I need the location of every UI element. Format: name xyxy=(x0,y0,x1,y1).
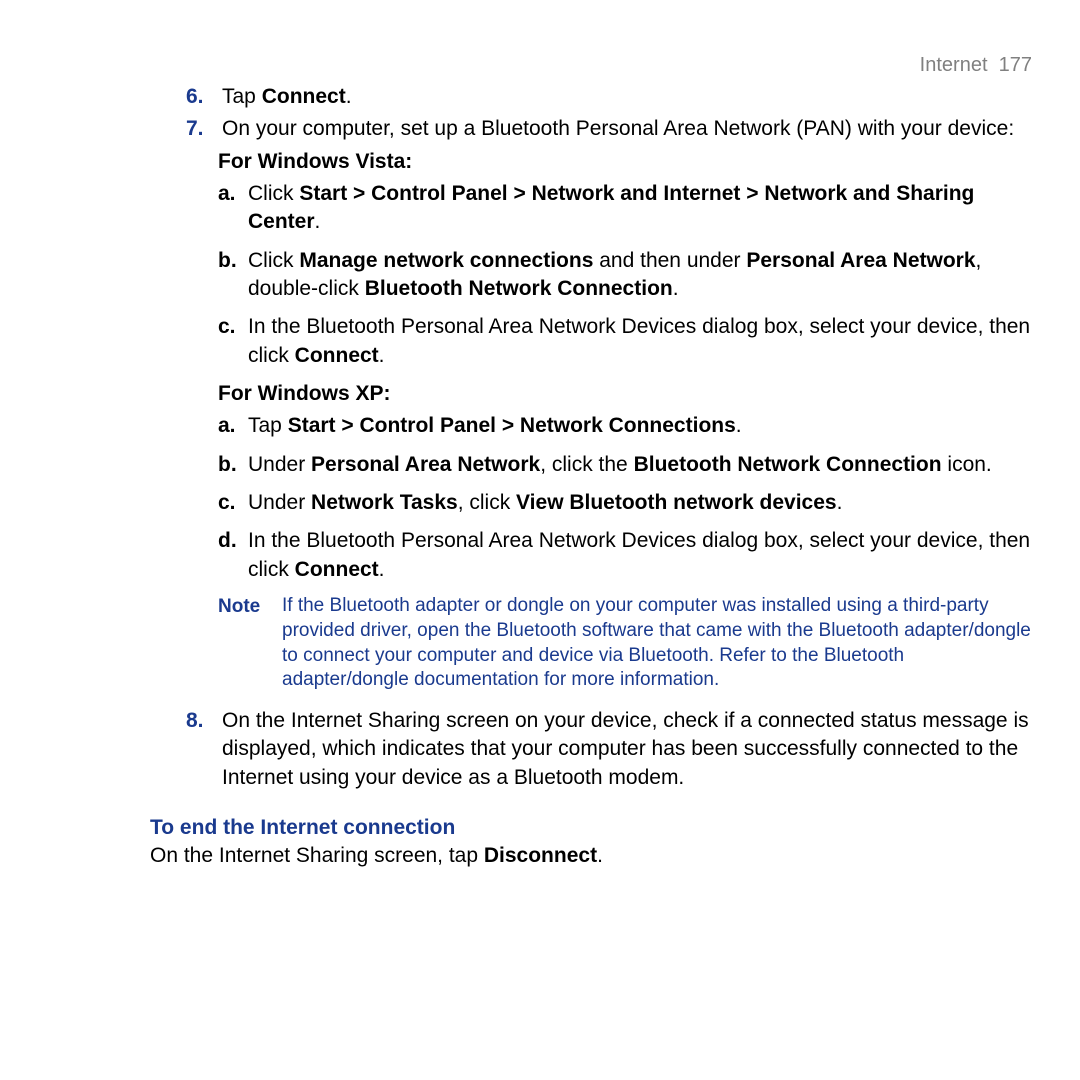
vista-steps: a. Click Start > Control Panel > Network… xyxy=(46,180,1034,370)
substep-marker: b. xyxy=(218,451,248,479)
step-marker: 7. xyxy=(186,115,222,143)
document-page: Internet 177 6. Tap Connect. 7. On your … xyxy=(0,0,1080,911)
note-block: Note If the Bluetooth adapter or dongle … xyxy=(46,594,1034,693)
step-8: 8. On the Internet Sharing screen on you… xyxy=(46,707,1034,792)
note-label: Note xyxy=(218,594,282,693)
step-marker: 8. xyxy=(186,707,222,792)
final-paragraph: On the Internet Sharing screen, tap Disc… xyxy=(46,842,1034,870)
substep-marker: b. xyxy=(218,247,248,304)
step-6: 6. Tap Connect. xyxy=(46,83,1034,111)
vista-step-c: c. In the Bluetooth Personal Area Networ… xyxy=(218,313,1034,370)
xp-heading: For Windows XP: xyxy=(46,380,1034,408)
substep-marker: c. xyxy=(218,313,248,370)
note-text: If the Bluetooth adapter or dongle on yo… xyxy=(282,594,1034,693)
substep-marker: a. xyxy=(218,412,248,440)
step-text: On your computer, set up a Bluetooth Per… xyxy=(222,115,1034,143)
substep-marker: d. xyxy=(218,527,248,584)
xp-step-d: d. In the Bluetooth Personal Area Networ… xyxy=(218,527,1034,584)
section-name: Internet xyxy=(920,54,988,76)
substep-marker: c. xyxy=(218,489,248,517)
xp-step-a: a. Tap Start > Control Panel > Network C… xyxy=(218,412,1034,440)
vista-step-b: b. Click Manage network connections and … xyxy=(218,247,1034,304)
step-marker: 6. xyxy=(186,83,222,111)
vista-heading: For Windows Vista: xyxy=(46,148,1034,176)
page-header: Internet 177 xyxy=(46,52,1034,79)
page-number: 177 xyxy=(999,54,1032,76)
xp-steps: a. Tap Start > Control Panel > Network C… xyxy=(46,412,1034,584)
step-text: Tap Connect. xyxy=(222,83,1034,111)
substep-marker: a. xyxy=(218,180,248,237)
xp-step-c: c. Under Network Tasks, click View Bluet… xyxy=(218,489,1034,517)
step-7: 7. On your computer, set up a Bluetooth … xyxy=(46,115,1034,143)
vista-step-a: a. Click Start > Control Panel > Network… xyxy=(218,180,1034,237)
subheading-end-connection: To end the Internet connection xyxy=(46,814,1034,842)
xp-step-b: b. Under Personal Area Network, click th… xyxy=(218,451,1034,479)
step-text: On the Internet Sharing screen on your d… xyxy=(222,707,1034,792)
